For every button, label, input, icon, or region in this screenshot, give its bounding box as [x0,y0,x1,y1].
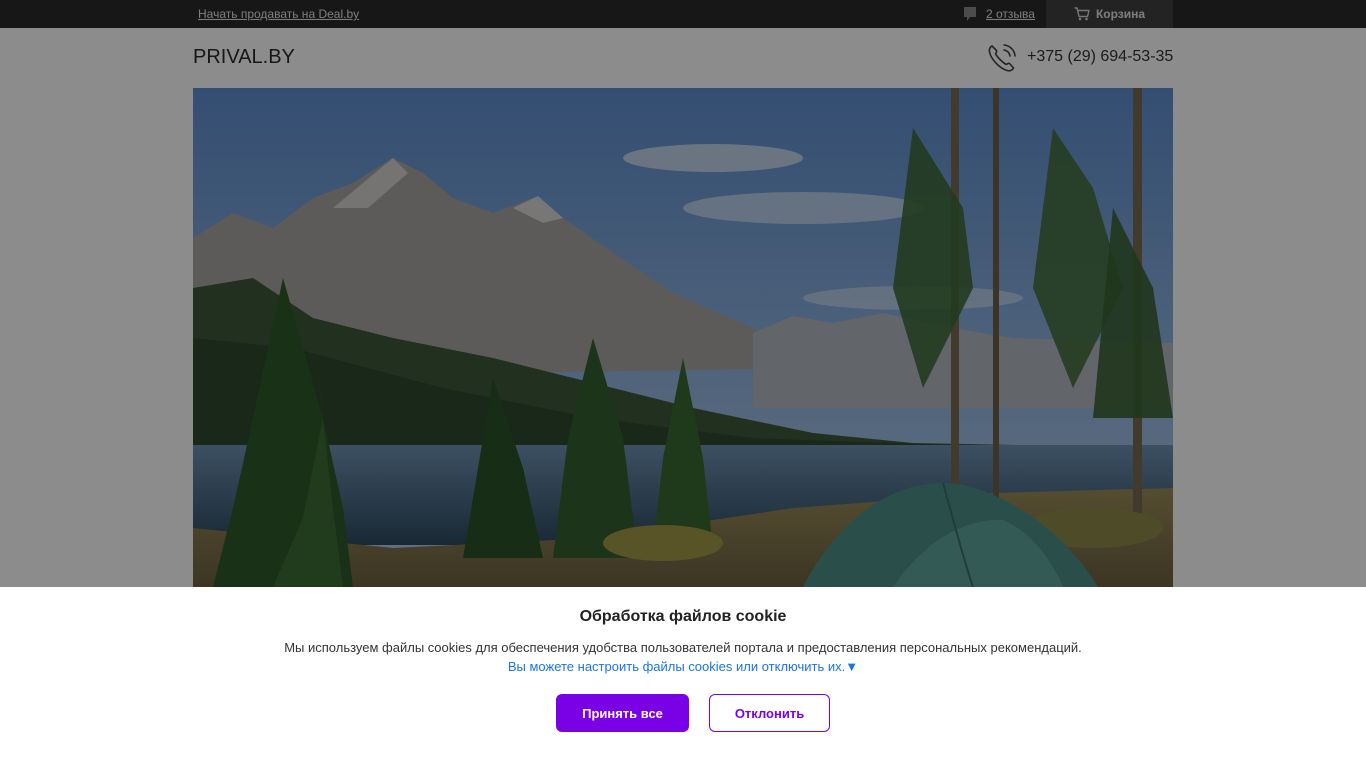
modal-backdrop [0,0,1366,587]
accept-all-button[interactable]: Принять все [556,694,689,732]
cookie-settings-row: Вы можете настроить файлы cookies или от… [0,659,1366,674]
cookie-title: Обработка файлов cookie [579,608,787,625]
cookie-settings-link[interactable]: Вы можете настроить файлы cookies или от… [508,659,845,674]
chevron-down-icon[interactable]: ▼ [845,659,858,674]
cookie-description: Мы используем файлы cookies для обеспече… [284,640,1082,655]
cookie-banner: Обработка файлов cookie Мы используем фа… [0,587,1366,768]
decline-button[interactable]: Отклонить [709,694,830,732]
